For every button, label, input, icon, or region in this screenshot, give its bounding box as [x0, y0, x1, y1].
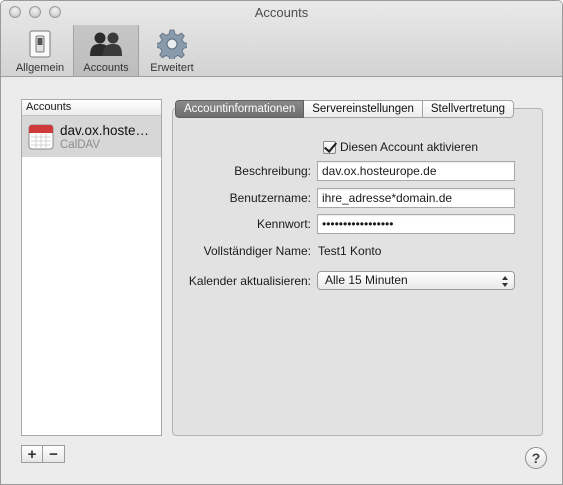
account-text: dav.ox.hoste… CalDAV [60, 123, 149, 151]
tab-accountinformationen[interactable]: Accountinformationen [175, 100, 305, 118]
toolbar-label: Allgemein [15, 62, 65, 74]
help-button[interactable]: ? [525, 447, 547, 469]
accounts-icon [89, 29, 123, 59]
username-field[interactable]: ihre_adresse*domain.de [317, 188, 515, 208]
fullname-row: Vollständiger Name: Test1 Konto [177, 244, 382, 258]
username-label: Benutzername: [229, 191, 311, 205]
refresh-label: Kalender aktualisieren: [188, 273, 311, 288]
list-item[interactable]: dav.ox.hoste… CalDAV [22, 116, 161, 157]
toolbar-item-accounts[interactable]: Accounts [73, 25, 139, 76]
password-row: Kennwort: ••••••••••••••••• [177, 214, 515, 234]
toolbar-label: Accounts [83, 62, 129, 74]
account-type: CalDAV [60, 138, 101, 151]
window-title: Accounts [254, 5, 309, 20]
refresh-interval-value: Alle 15 Minuten [325, 273, 408, 287]
accounts-list[interactable]: Accounts dav.ox.hoste… CalDAV [21, 99, 162, 436]
preferences-window: Accounts Allgemein Accounts Erweitert Ac… [0, 0, 563, 485]
updown-arrows-icon [502, 275, 508, 287]
toolbar-item-allgemein[interactable]: Allgemein [7, 25, 73, 76]
remove-account-button[interactable]: − [43, 445, 65, 463]
password-field[interactable]: ••••••••••••••••• [317, 214, 515, 234]
password-label: Kennwort: [256, 217, 311, 231]
tab-stellvertretung[interactable]: Stellvertretung [422, 100, 515, 118]
refresh-interval-select[interactable]: Alle 15 Minuten [317, 271, 515, 290]
calendar-icon [28, 124, 54, 150]
list-buttons: + − [21, 445, 65, 463]
account-name: dav.ox.hoste… [60, 122, 150, 138]
tab-bar: Accountinformationen Servereinstellungen… [175, 100, 515, 118]
enable-account-checkbox[interactable] [323, 140, 336, 154]
toolbar: Allgemein Accounts Erweitert [7, 25, 205, 76]
enable-account-label: Diesen Account aktivieren [340, 140, 479, 154]
enable-account-row: Diesen Account aktivieren [323, 140, 478, 154]
fullname-label: Vollständiger Name: [203, 244, 311, 258]
tab-servereinstellungen[interactable]: Servereinstellungen [304, 100, 423, 118]
description-label: Beschreibung: [234, 164, 311, 178]
gear-icon [155, 29, 189, 59]
toolbar-label: Erweitert [150, 62, 194, 74]
toolbar-item-erweitert[interactable]: Erweitert [139, 25, 205, 76]
username-row: Benutzername: ihre_adresse*domain.de [177, 188, 515, 208]
fullname-value: Test1 Konto [318, 244, 382, 258]
refresh-row: Kalender aktualisieren: Alle 15 Minuten [177, 271, 515, 290]
switch-icon [23, 29, 57, 59]
description-row: Beschreibung: dav.ox.hosteurope.de [177, 161, 515, 181]
title-bar: Accounts Allgemein Accounts Erweitert [1, 1, 562, 77]
description-field[interactable]: dav.ox.hosteurope.de [317, 161, 515, 181]
accounts-list-header: Accounts [22, 100, 161, 116]
add-account-button[interactable]: + [21, 445, 43, 463]
